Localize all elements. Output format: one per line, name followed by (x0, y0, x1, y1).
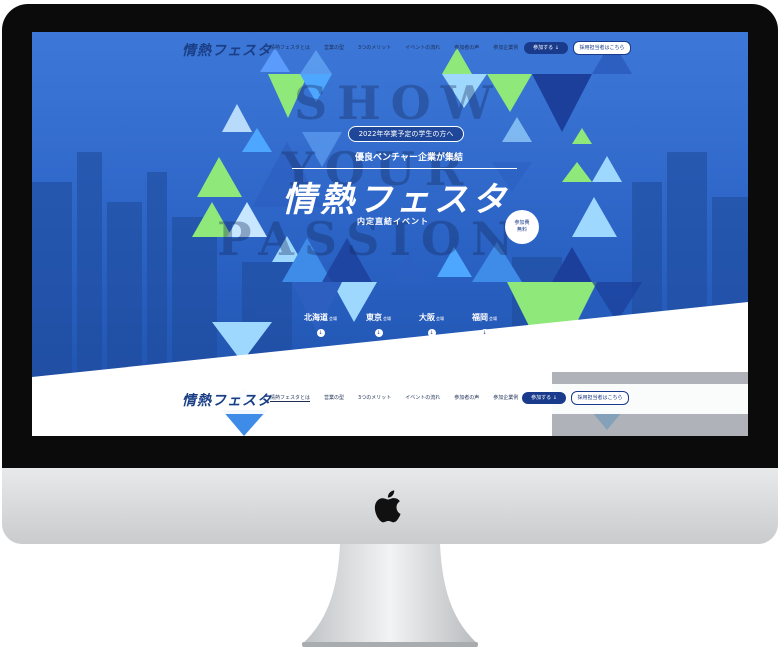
hero-title: 情熱フェスタ (282, 180, 510, 220)
venue-name: 北海道 (304, 313, 328, 322)
arrow-down-icon[interactable]: ↓ (316, 329, 325, 337)
venue-hokkaido[interactable]: 北海道会場 ↓ (304, 312, 337, 337)
nav-link-companies[interactable]: 参加企業例 (493, 44, 518, 51)
venue-fukuoka[interactable]: 福岡会場 ↓ (472, 312, 497, 337)
venue-osaka[interactable]: 大阪会場 ↓ (419, 312, 444, 337)
venue-tokyo[interactable]: 東京会場 ↓ (366, 312, 391, 337)
website-screen: SHOW YOUR PASSION 情熱フェスタ 情熱フェスタとは 営業の型 3… (32, 32, 748, 436)
badge-label: 参加費 (514, 220, 530, 226)
venue-suffix: 会場 (436, 316, 444, 321)
venue-name: 大阪 (419, 313, 435, 322)
hero-divider (292, 168, 517, 169)
venue-name: 福岡 (472, 313, 488, 322)
nav-link-sales-type[interactable]: 営業の型 (324, 44, 344, 51)
nav-link-companies[interactable]: 参加企業例 (493, 394, 518, 402)
nav-link-about[interactable]: 情熱フェスタとは (270, 44, 310, 51)
arrow-down-icon[interactable]: ↓ (480, 329, 489, 337)
site-logo[interactable]: 情熱フェスタ (182, 40, 272, 60)
nav-menu: 情熱フェスタとは 営業の型 3つのメリット イベントの流れ 参加者の声 参加企業… (270, 44, 532, 51)
top-navigation: 情熱フェスタ 情熱フェスタとは 営業の型 3つのメリット イベントの流れ 参加者… (32, 34, 748, 64)
nav-link-flow[interactable]: イベントの流れ (405, 44, 440, 51)
venue-suffix: 会場 (489, 316, 497, 321)
venue-suffix: 会場 (329, 316, 337, 321)
target-pill: 2022年卒業予定の学生の方へ (348, 126, 464, 142)
apple-logo-icon (374, 490, 401, 523)
hero-tagline: 優良ベンチャー企業が集結 (355, 153, 463, 163)
nav-link-flow[interactable]: イベントの流れ (405, 394, 440, 402)
nav-link-voices[interactable]: 参加者の声 (454, 44, 479, 51)
monitor-stand (302, 544, 478, 647)
join-button[interactable]: 参加する ↓ (524, 42, 568, 54)
venue-name: 東京 (366, 313, 382, 322)
recruiter-button[interactable]: 採用担当者はこちら (573, 41, 631, 55)
free-badge: 参加費 無料 (505, 210, 539, 244)
nav-link-merits[interactable]: 3つのメリット (358, 394, 391, 402)
sticky-navigation: 情熱フェスタ 情熱フェスタとは 営業の型 3つのメリット イベントの流れ 参加者… (32, 384, 748, 414)
join-button[interactable]: 参加する ↓ (522, 392, 566, 404)
site-logo[interactable]: 情熱フェスタ (182, 390, 272, 410)
badge-value: 無料 (516, 227, 527, 233)
hero-subtitle: 内定直結イベント (357, 217, 429, 226)
nav-link-sales-type[interactable]: 営業の型 (324, 394, 344, 402)
nav-menu: 情熱フェスタとは 営業の型 3つのメリット イベントの流れ 参加者の声 参加企業… (270, 394, 532, 402)
imac-mockup: SHOW YOUR PASSION 情熱フェスタ 情熱フェスタとは 営業の型 3… (0, 0, 781, 650)
venue-list: 北海道会場 ↓ 東京会場 ↓ 大阪会場 ↓ 福岡会場 ↓ (304, 312, 514, 352)
arrow-down-icon[interactable]: ↓ (374, 329, 383, 337)
arrow-down-icon[interactable]: ↓ (427, 329, 436, 337)
nav-link-voices[interactable]: 参加者の声 (454, 394, 479, 402)
recruiter-button[interactable]: 採用担当者はこちら (571, 391, 629, 405)
nav-link-about[interactable]: 情熱フェスタとは (270, 394, 311, 402)
nav-link-merits[interactable]: 3つのメリット (358, 44, 391, 51)
bg-word-show: SHOW (294, 76, 503, 130)
venue-suffix: 会場 (383, 316, 391, 321)
